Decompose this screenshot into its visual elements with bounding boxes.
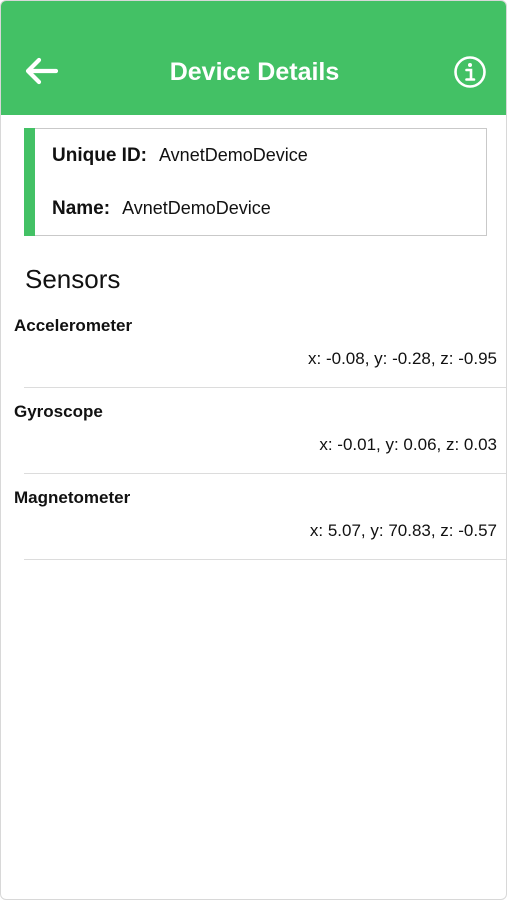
sensor-reading: x: 5.07, y: 70.83, z: -0.57 [309,521,497,540]
sensor-item-gyroscope[interactable]: Gyroscope x: -0.01, y: 0.06, z: 0.03 [1,388,506,474]
sensor-name: Gyroscope [14,402,103,421]
info-button[interactable] [448,51,492,93]
sensor-item-magnetometer[interactable]: Magnetometer x: 5.07, y: 70.83, z: -0.57 [1,474,506,560]
unique-id-row: Unique ID: AvnetDemoDevice [52,145,308,167]
device-name-label: Name: [52,198,111,219]
sensor-name: Accelerometer [14,316,133,335]
divider [24,559,506,560]
sensors-heading: Sensors [25,264,121,294]
device-name-row: Name: AvnetDemoDevice [52,198,271,220]
unique-id-value: AvnetDemoDevice [159,145,308,165]
sensor-name: Magnetometer [14,488,131,507]
page-title: Device Details [169,58,340,86]
nav-header: Device Details [1,1,506,115]
sensor-item-accelerometer[interactable]: Accelerometer x: -0.08, y: -0.28, z: -0.… [1,302,506,388]
sensor-reading: x: -0.01, y: 0.06, z: 0.03 [319,435,497,454]
device-info-card: Unique ID: AvnetDemoDevice Name: AvnetDe… [24,128,487,236]
app-screen: Device Details Unique ID: AvnetDemoDevic… [0,0,507,900]
sensor-reading: x: -0.08, y: -0.28, z: -0.95 [308,349,497,368]
info-circle-icon [454,56,486,88]
unique-id-label: Unique ID: [52,145,147,166]
device-name-value: AvnetDemoDevice [122,198,271,218]
card-accent-bar [24,128,35,236]
